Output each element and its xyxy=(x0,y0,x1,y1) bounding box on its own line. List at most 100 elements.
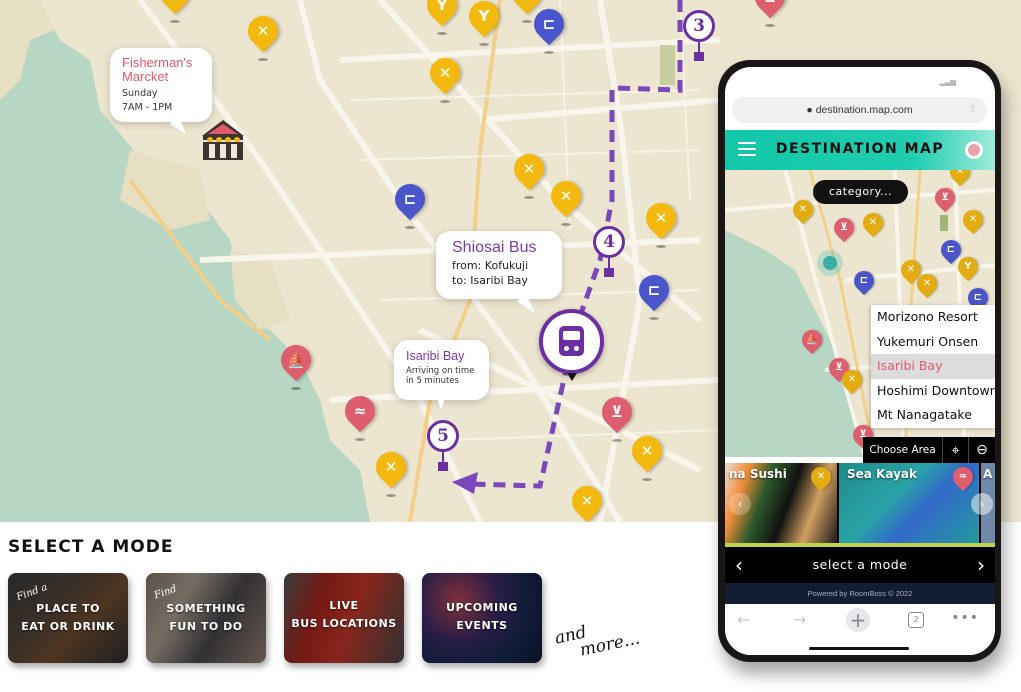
restaurant-pin[interactable]: ✕ xyxy=(153,0,197,23)
bar-pin[interactable]: Y xyxy=(953,252,983,283)
bus-info-popup[interactable]: Shiosai Bus from: Kofukuji to: Isaribi B… xyxy=(436,231,562,317)
carousel-prev-button[interactable]: ‹ xyxy=(729,493,751,515)
bus-origin: from: Kofukuji xyxy=(452,259,529,272)
utensils-icon: ✕ xyxy=(640,442,654,460)
market-tent-icon[interactable] xyxy=(200,118,246,162)
signal-icon: ▂▃▅ xyxy=(939,77,957,86)
shop-pin[interactable]: ⊻ xyxy=(930,183,960,214)
chevron-right-icon[interactable]: › xyxy=(977,547,985,583)
utensils-icon: ✕ xyxy=(384,458,398,476)
area-option[interactable]: Morizono Resort xyxy=(871,305,995,330)
carousel-slide[interactable]: na Sushi ✕ ‹ xyxy=(725,463,837,543)
area-option[interactable]: Yukemuri Onsen xyxy=(871,330,995,355)
area-option[interactable]: Mt Nanagatake xyxy=(871,403,995,428)
app-title: DESTINATION MAP xyxy=(775,141,945,157)
arrival-status: Arriving on time xyxy=(406,366,475,376)
mode-card-live-bus[interactable]: LIVE BUS LOCATIONS xyxy=(284,573,404,663)
card-label-line1: LIVE xyxy=(329,599,359,612)
live-bus-marker[interactable] xyxy=(539,309,604,381)
area-dropdown-list[interactable]: Morizono Resort Yukemuri Onsen Isaribi B… xyxy=(871,305,995,428)
area-option-selected[interactable]: Isaribi Bay xyxy=(871,354,995,379)
arrival-eta: in 5 minutes xyxy=(406,376,459,386)
restaurant-pin[interactable]: ✕ xyxy=(544,174,588,226)
new-tab-plus-icon[interactable]: + xyxy=(846,608,870,632)
choose-area-button[interactable]: Choose Area xyxy=(863,437,943,463)
shop-pin[interactable]: ⊻ xyxy=(748,0,792,27)
restaurant-pin[interactable]: ✕ xyxy=(241,9,285,61)
zoom-out-icon[interactable]: ⊖ xyxy=(969,437,995,463)
utensils-icon: ✕ xyxy=(256,22,270,40)
page: Fisherman's Marcket Sunday 7AM - 1PM ✕ ✕… xyxy=(0,0,1021,692)
back-arrow-icon[interactable]: ← xyxy=(737,610,750,630)
cart-icon: ⊻ xyxy=(755,0,785,9)
carousel-slide[interactable]: Sea Kayak ≈ xyxy=(839,463,979,543)
card-label-line1: PLACE TO xyxy=(36,602,100,615)
card-label-line2: EAT OR DRINK xyxy=(21,620,115,633)
bus-destination: to: Isaribi Bay xyxy=(452,274,528,287)
fishermans-market-popup[interactable]: Fisherman's Marcket Sunday 7AM - 1PM xyxy=(110,48,212,138)
restaurant-pin[interactable]: ✕ xyxy=(565,479,609,522)
mode-card-eat-drink[interactable]: Find a PLACE TO EAT OR DRINK xyxy=(8,573,128,663)
phone-screen: ▂▃▅ ● destination.map.com ⇧ DESTINATION … xyxy=(725,67,995,655)
mode-navigator: ‹ select a mode › xyxy=(725,547,995,583)
area-option[interactable]: Hoshimi Downtown xyxy=(871,379,995,404)
mode-card-fun[interactable]: Find SOMETHING FUN TO DO xyxy=(146,573,266,663)
restaurant-pin[interactable]: ✕ xyxy=(912,269,942,300)
popup-title: Fisherman's Marcket xyxy=(122,55,193,84)
restaurant-pin[interactable]: ✕ xyxy=(369,445,413,497)
sailing-pin[interactable]: ⛵ xyxy=(274,338,318,390)
kayak-badge: ≈ xyxy=(948,463,978,493)
utensils-icon: ✕ xyxy=(580,492,594,510)
kayak-pin[interactable]: ≈ xyxy=(338,389,382,441)
card-label-line1: SOMETHING xyxy=(166,602,246,615)
slide-title: na Sushi xyxy=(729,467,787,481)
app-header: DESTINATION MAP xyxy=(725,130,995,170)
stop-arrival-popup[interactable]: Isaribi Bay Arriving on time in 5 minute… xyxy=(394,340,489,410)
hotel-pin[interactable]: ⊏ xyxy=(632,268,676,320)
route-stop-3[interactable]: 3 xyxy=(683,10,715,61)
user-avatar[interactable] xyxy=(965,141,983,159)
more-options-icon[interactable]: ••• xyxy=(951,610,979,626)
route-stop-5[interactable]: 5 xyxy=(427,420,459,471)
card-label-line2: BUS LOCATIONS xyxy=(291,617,397,630)
forward-arrow-icon[interactable]: → xyxy=(793,610,806,630)
restaurant-pin[interactable]: ✕ xyxy=(958,205,988,236)
bed-icon: ⊏ xyxy=(542,15,556,33)
restaurant-pin[interactable]: ✕ xyxy=(625,429,669,481)
slide-title: A xyxy=(983,467,993,481)
sailing-pin[interactable]: ⛵ xyxy=(797,325,827,356)
popup-tail xyxy=(437,398,445,410)
shop-pin[interactable]: ⊻ xyxy=(595,390,639,442)
mode-nav-label[interactable]: select a mode xyxy=(725,547,995,583)
powered-by-footer: Powered by RoomBoss © 2022 xyxy=(725,583,995,604)
shop-pin[interactable]: ⊻ xyxy=(829,213,859,244)
restaurant-pin[interactable]: ✕ xyxy=(788,195,818,226)
utensils-icon: ✕ xyxy=(654,209,668,227)
url-bar[interactable]: ● destination.map.com ⇧ xyxy=(732,97,987,123)
locate-me-icon[interactable]: ⌖ xyxy=(943,437,969,463)
card-label-line1: UPCOMING xyxy=(446,601,518,614)
mode-card-events[interactable]: UPCOMING EVENTS xyxy=(422,573,542,663)
hotel-pin[interactable]: ⊏ xyxy=(849,266,879,297)
bed-icon: ⊏ xyxy=(647,281,661,299)
kayak-icon: ≈ xyxy=(353,402,367,420)
restaurant-pin[interactable]: ✕ xyxy=(507,147,551,199)
hotel-pin[interactable]: ⊏ xyxy=(527,2,571,54)
bar-pin[interactable]: Y xyxy=(420,0,464,35)
lock-icon: ● xyxy=(806,104,813,116)
restaurant-pin[interactable]: ✕ xyxy=(945,170,975,188)
tab-count-button[interactable]: 2 xyxy=(908,612,924,628)
route-stop-4[interactable]: 4 xyxy=(593,226,625,277)
restaurant-pin[interactable]: ✕ xyxy=(837,365,867,396)
category-dropdown[interactable]: category... xyxy=(813,180,908,204)
bar-pin[interactable]: Y xyxy=(462,0,506,46)
carousel-next-button[interactable]: › xyxy=(971,493,993,515)
sailboat-icon: ⛵ xyxy=(286,351,306,369)
restaurant-pin[interactable]: ✕ xyxy=(858,208,888,239)
restaurant-pin[interactable]: ✕ xyxy=(639,196,683,248)
share-icon[interactable]: ⇧ xyxy=(969,97,977,123)
utensils-icon: ✕ xyxy=(438,64,452,82)
hotel-pin[interactable]: ⊏ xyxy=(388,177,432,229)
places-carousel[interactable]: na Sushi ✕ ‹ Sea Kayak ≈ A › xyxy=(725,463,995,543)
restaurant-pin[interactable]: ✕ xyxy=(423,51,467,103)
